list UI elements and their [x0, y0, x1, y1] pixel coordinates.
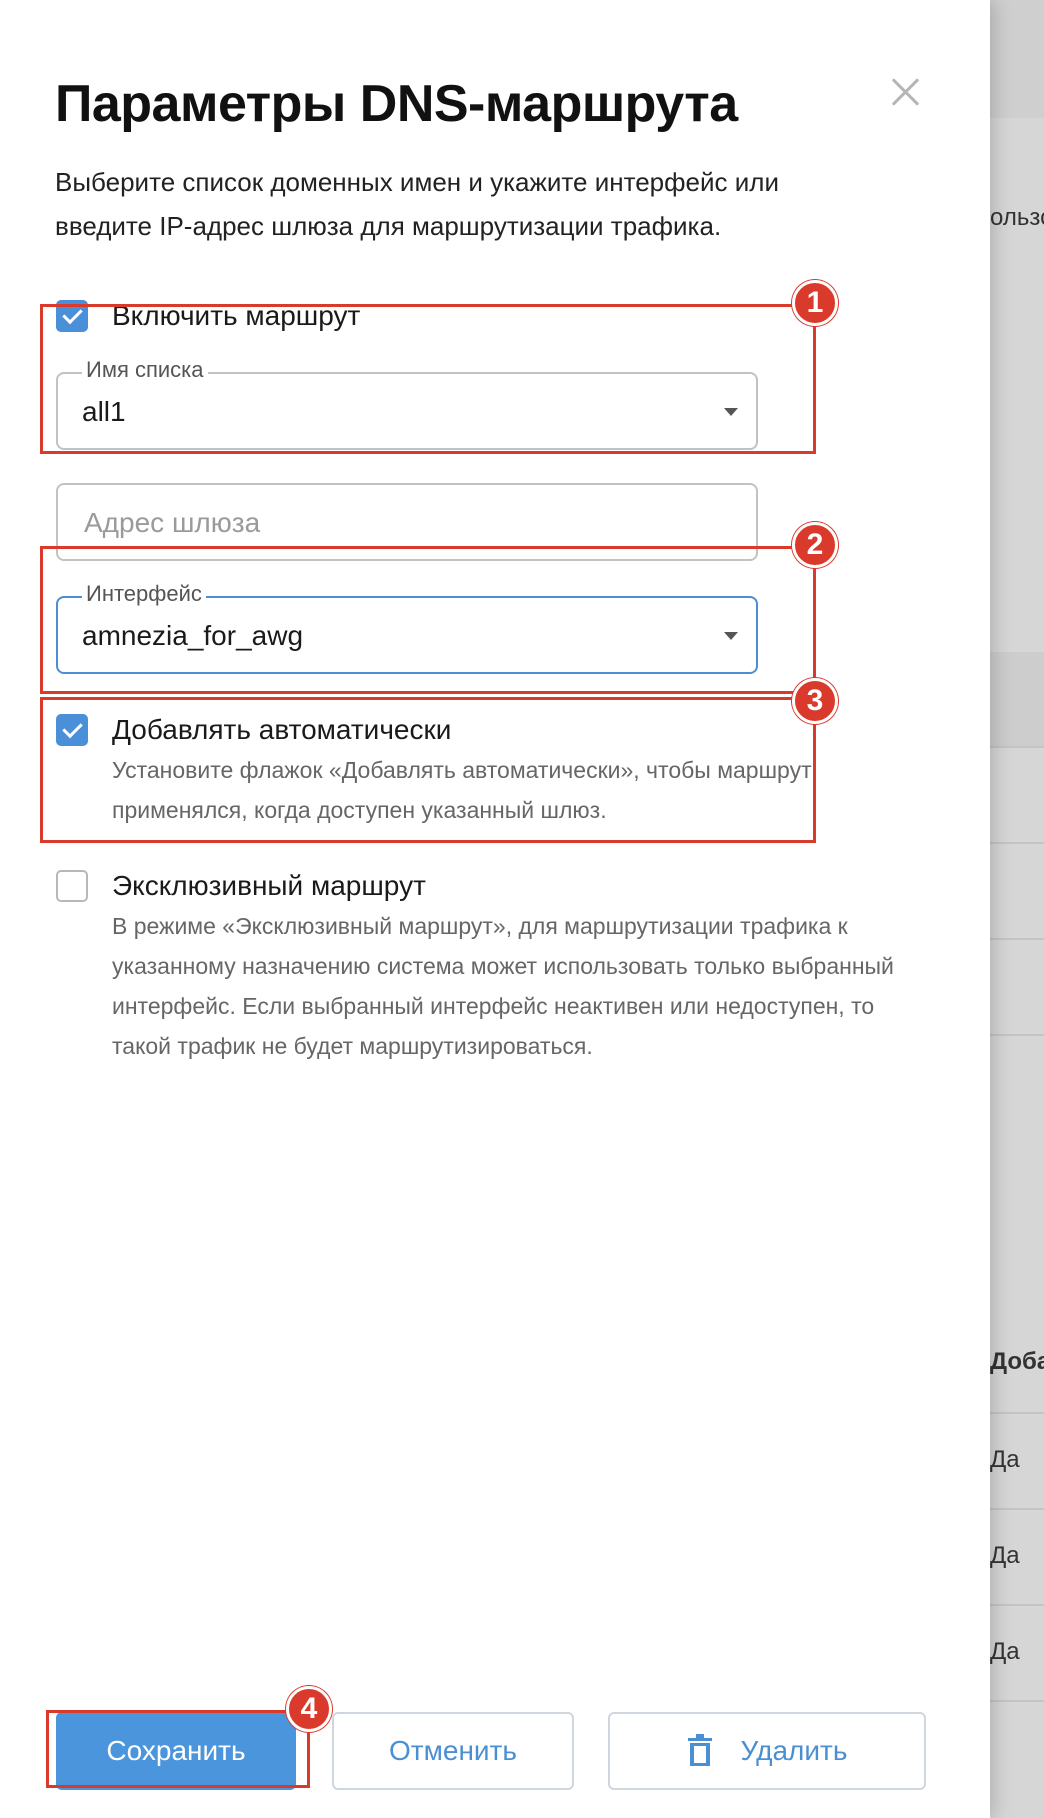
annotation-marker-1: 1 [792, 280, 838, 326]
background-cell: Да [990, 1446, 1020, 1473]
annotation-marker-4: 4 [286, 1686, 332, 1732]
exclusive-route-checkbox[interactable] [56, 870, 88, 902]
background-divider [990, 1700, 1044, 1702]
enable-route-checkbox[interactable] [56, 300, 88, 332]
list-name-label: Имя списка [82, 357, 208, 383]
background-cell: Да [990, 1638, 1020, 1665]
auto-add-checkbox[interactable] [56, 714, 88, 746]
annotation-marker-3: 3 [792, 678, 838, 724]
background-divider [990, 1604, 1044, 1606]
dialog-title: Параметры DNS-маршрута [55, 75, 738, 133]
background-header-text: ользо [990, 204, 1044, 231]
background-header [990, 0, 1044, 118]
list-name-value: all1 [82, 396, 126, 427]
chevron-down-icon [724, 408, 738, 416]
enable-route-label: Включить маршрут [112, 300, 361, 331]
interface-value: amnezia_for_awg [82, 620, 304, 651]
delete-button[interactable]: Удалить [608, 1712, 926, 1790]
gateway-address-input[interactable]: Адрес шлюза [56, 483, 758, 561]
chevron-down-icon [724, 632, 738, 640]
interface-select[interactable]: Интерфейс amnezia_for_awg [56, 581, 758, 674]
save-button[interactable]: Сохранить [56, 1712, 296, 1790]
cancel-button[interactable]: Отменить [332, 1712, 574, 1790]
background-divider [990, 842, 1044, 844]
background-column-header: Доба [990, 1348, 1044, 1375]
dialog-description: Выберите список доменных имен и укажите … [55, 167, 779, 241]
auto-add-label: Добавлять автоматически [112, 714, 452, 745]
delete-button-label: Удалить [740, 1735, 848, 1766]
exclusive-route-label: Эксклюзивный маршрут [112, 870, 426, 901]
close-icon[interactable] [886, 72, 926, 112]
list-name-select[interactable]: Имя списка all1 [56, 357, 758, 450]
auto-add-help: Установите флажок «Добавлять автоматичес… [112, 757, 812, 823]
background-cell: Да [990, 1542, 1020, 1569]
trash-icon [687, 1734, 712, 1766]
background-divider [990, 1508, 1044, 1510]
background-divider [990, 1412, 1044, 1414]
annotation-marker-2: 2 [792, 522, 838, 568]
exclusive-route-help: В режиме «Эксклюзивный маршрут», для мар… [112, 913, 894, 1059]
background-divider [990, 938, 1044, 940]
gateway-address-placeholder: Адрес шлюза [84, 507, 261, 538]
dns-route-dialog: Параметры DNS-маршрута Выберите список д… [0, 0, 990, 1818]
interface-label: Интерфейс [82, 581, 206, 607]
background-row-band [990, 652, 1044, 748]
background-divider [990, 1034, 1044, 1036]
background-divider [990, 746, 1044, 748]
